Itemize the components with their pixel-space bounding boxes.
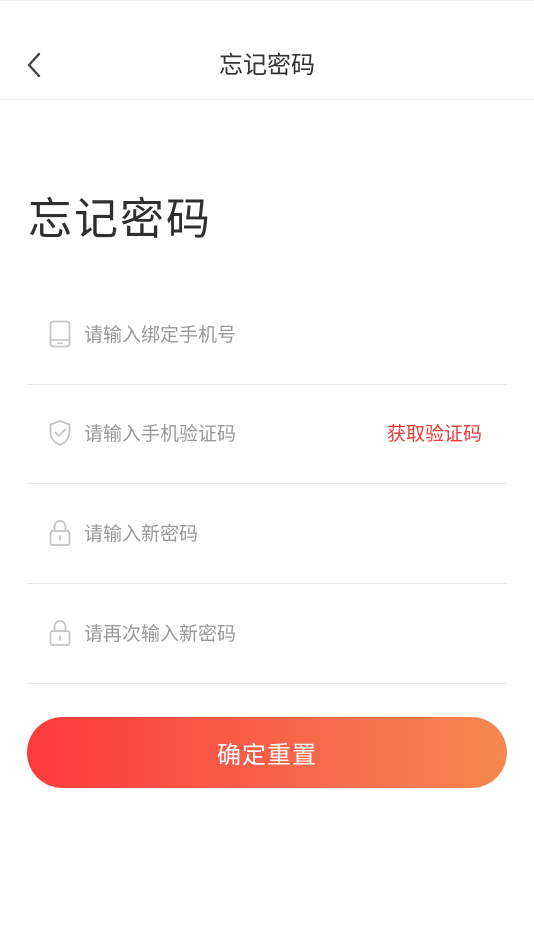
verify-code-row: 获取验证码 <box>27 384 507 484</box>
new-password-row <box>27 484 507 584</box>
nav-title: 忘记密码 <box>219 51 315 79</box>
confirm-password-row <box>27 584 507 684</box>
phone-row <box>27 285 507 385</box>
verify-code-input[interactable] <box>84 414 364 454</box>
phone-icon <box>47 319 73 349</box>
nav-bar: 忘记密码 <box>0 0 534 100</box>
lock-icon <box>47 518 73 548</box>
reset-submit-button[interactable]: 确定重置 <box>27 717 507 788</box>
lock-icon <box>47 618 73 648</box>
phone-input[interactable] <box>84 315 384 355</box>
page-title: 忘记密码 <box>28 194 212 245</box>
chevron-left-icon <box>27 52 41 78</box>
shield-icon <box>47 418 73 448</box>
new-password-input[interactable] <box>84 514 384 554</box>
get-code-button[interactable]: 获取验证码 <box>387 418 482 450</box>
back-button[interactable] <box>14 45 54 85</box>
confirm-password-input[interactable] <box>84 614 384 654</box>
